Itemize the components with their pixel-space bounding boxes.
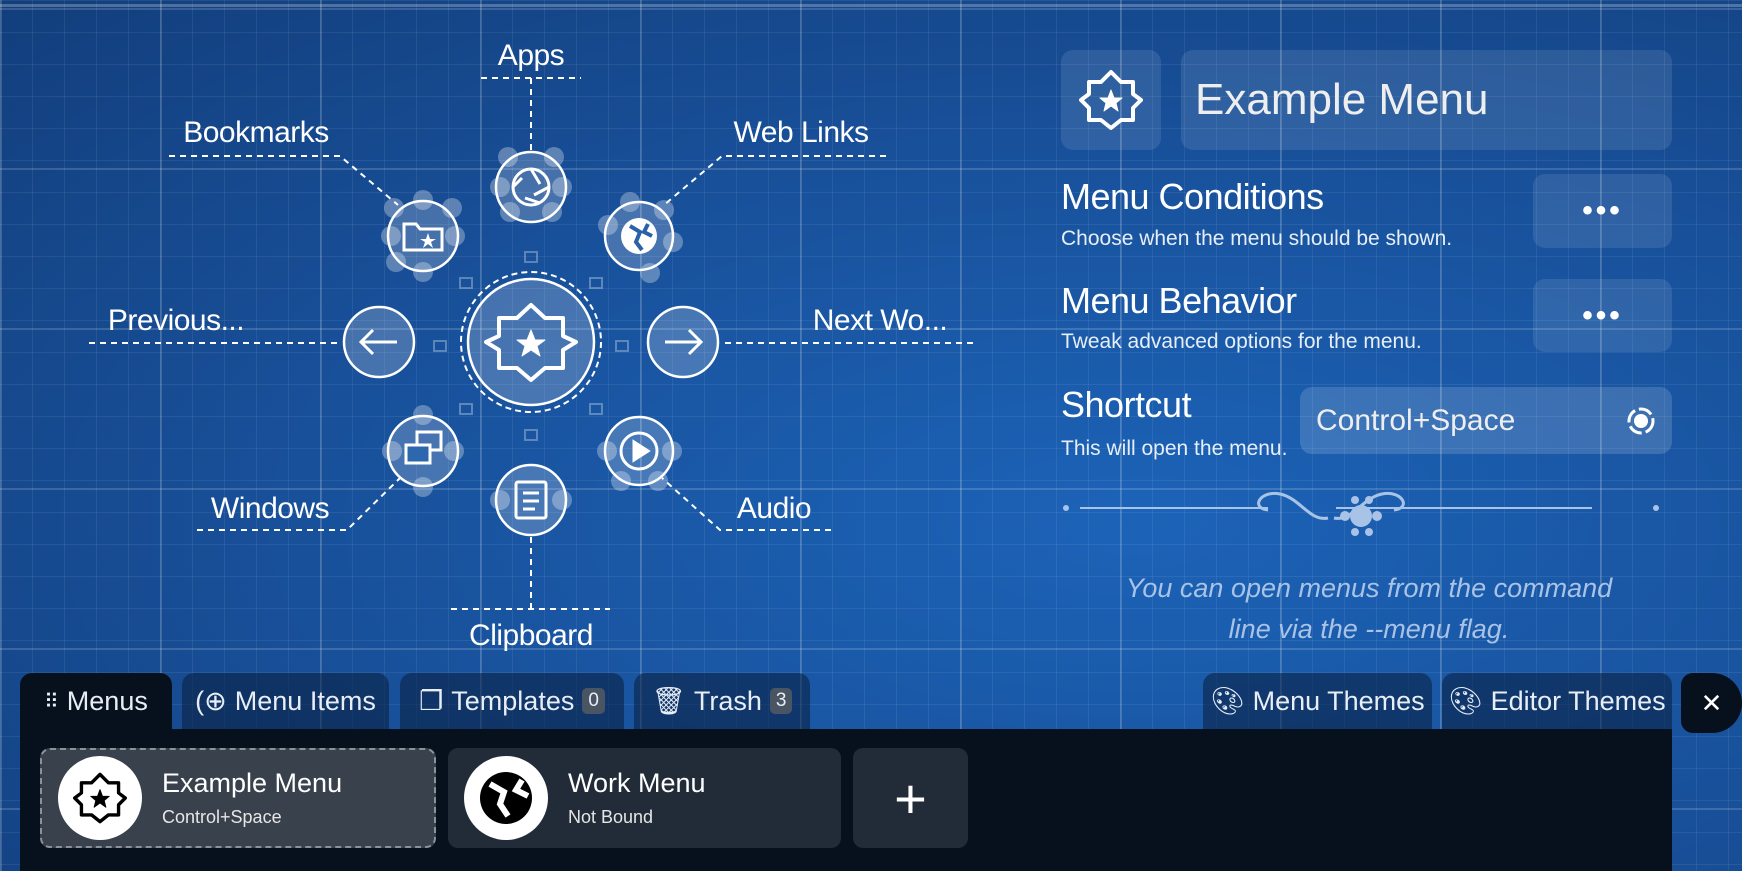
trash-count-badge: 3	[769, 688, 793, 714]
tab-templates-label: Templates	[451, 685, 575, 716]
grid-icon: ⠿	[44, 690, 59, 713]
pie-label-next: Next Wo...	[812, 304, 948, 337]
tab-menu-items-label: Menu Items	[234, 685, 376, 716]
menu-card-example[interactable]: Example Menu Control+Space	[40, 748, 436, 848]
pie-label-previous: Previous...	[107, 304, 245, 337]
editor-themes-label: Editor Themes	[1490, 685, 1666, 716]
menu-avatar	[58, 756, 142, 840]
menu-conditions-description: Choose when the menu should be shown.	[1061, 227, 1453, 250]
add-menu-button[interactable]: +	[853, 748, 968, 848]
menu-behavior-description: Tweak advanced options for the menu.	[1061, 330, 1422, 353]
pie-label-clipboard: Clipboard	[469, 619, 593, 652]
tab-menus[interactable]: ⠿ Menus	[20, 673, 172, 729]
pie-label-windows: Windows	[210, 492, 330, 525]
menu-card-shortcut: Not Bound	[568, 807, 654, 827]
palette-icon: 🎨︎	[1448, 686, 1483, 716]
copy-icon: ❐	[419, 685, 444, 716]
star-badge-icon	[1079, 70, 1143, 130]
tab-trash[interactable]: 🗑 Trash 3	[634, 673, 810, 729]
globe-icon	[621, 218, 657, 254]
tab-menus-label: Menus	[66, 685, 148, 716]
close-button[interactable]: ✕	[1681, 673, 1742, 733]
pie-item-bookmarks	[386, 199, 460, 273]
hint-line-2: line via the --menu flag.	[1228, 614, 1510, 644]
menu-card-name: Work Menu	[568, 768, 706, 798]
pie-label-apps: Apps	[497, 39, 565, 72]
pie-label-bookmarks: Bookmarks	[183, 116, 329, 149]
pie-label-web-links: Web Links	[733, 116, 869, 149]
menu-icon-button[interactable]	[1061, 50, 1161, 150]
hint-line-1: You can open menus from the command	[1125, 573, 1613, 603]
editor-themes-button[interactable]: 🎨︎ Editor Themes	[1442, 673, 1672, 729]
menu-card-shortcut: Control+Space	[162, 807, 282, 827]
shortcut-description: This will open the menu.	[1061, 437, 1288, 460]
tab-menu-items[interactable]: (⊕ Menu Items	[182, 673, 389, 729]
menu-themes-label: Menu Themes	[1252, 685, 1425, 716]
menu-conditions-title: Menu Conditions	[1061, 176, 1324, 217]
templates-count-badge: 0	[582, 688, 605, 714]
menu-name-input[interactable]: Example Menu	[1181, 50, 1672, 150]
menu-card-name: Example Menu	[162, 768, 343, 798]
add-item-icon: (⊕	[195, 685, 227, 716]
menu-behavior-button[interactable]: •••	[1533, 279, 1672, 352]
globe-icon	[480, 772, 532, 824]
menu-card-work[interactable]: Work Menu Not Bound	[448, 748, 841, 848]
tab-templates[interactable]: ❐ Templates 0	[400, 673, 624, 729]
star-badge-icon	[73, 772, 127, 824]
tab-trash-label: Trash	[693, 685, 762, 716]
trash-icon: 🗑	[651, 686, 686, 716]
shortcut-value: Control+Space	[1316, 403, 1516, 437]
record-icon[interactable]	[1626, 406, 1656, 436]
palette-icon: 🎨︎	[1210, 686, 1245, 716]
ornament-divider	[1063, 491, 1659, 536]
pie-label-audio: Audio	[736, 492, 812, 525]
pie-menu-preview	[89, 77, 973, 610]
shortcut-title: Shortcut	[1061, 384, 1192, 425]
menu-themes-button[interactable]: 🎨︎ Menu Themes	[1203, 673, 1432, 729]
pie-item-apps	[494, 150, 568, 224]
menu-conditions-button[interactable]: •••	[1533, 174, 1672, 248]
shortcut-input[interactable]: Control+Space	[1300, 387, 1672, 454]
menu-avatar	[464, 756, 548, 840]
menu-behavior-title: Menu Behavior	[1061, 280, 1297, 321]
